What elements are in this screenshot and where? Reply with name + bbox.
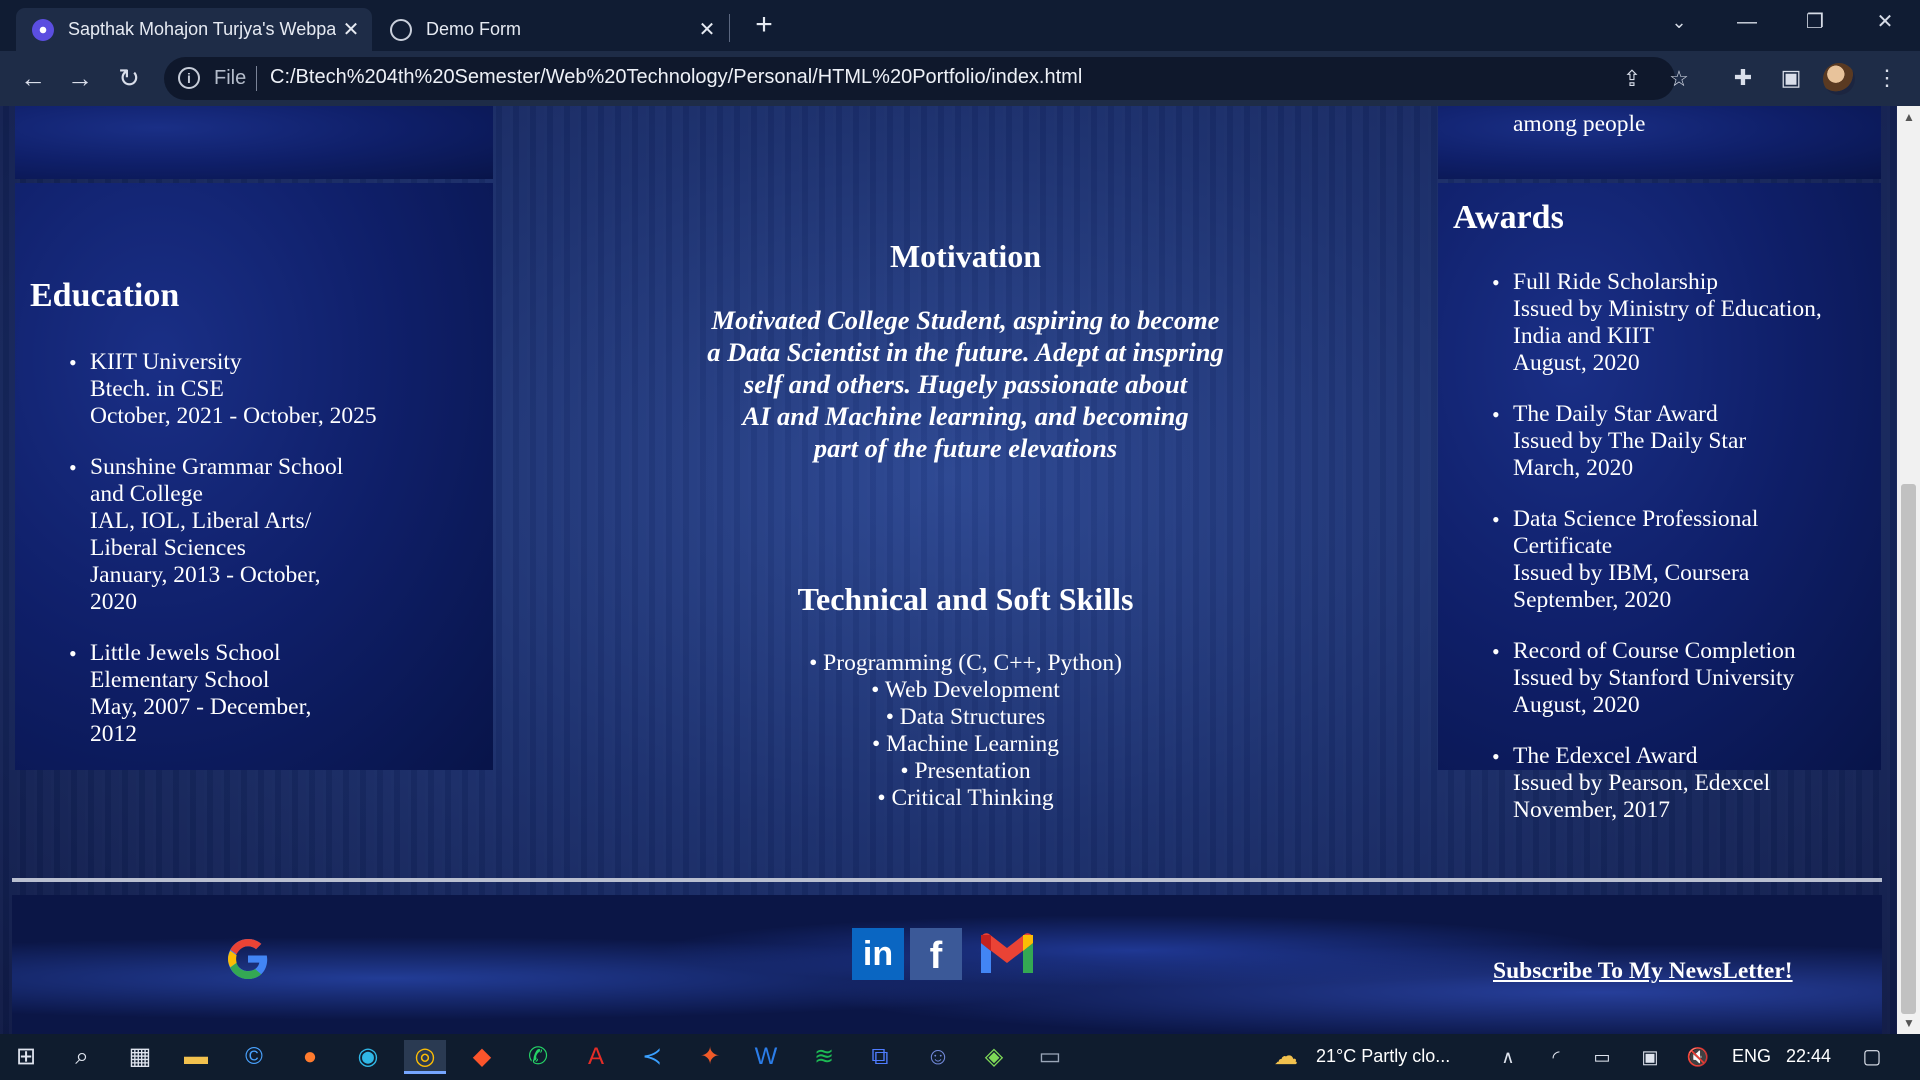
globe-icon: [390, 18, 412, 41]
browser-tab-strip: Sapthak Mohajon Turjya's Webpa ✕ Demo Fo…: [0, 0, 1920, 51]
new-tab-button[interactable]: +: [747, 8, 781, 42]
display-icon[interactable]: ▣: [1632, 1040, 1668, 1074]
site-info-icon[interactable]: i: [178, 67, 200, 89]
close-tab-icon[interactable]: ✕: [336, 17, 366, 42]
chrome-icon[interactable]: ◎: [404, 1040, 446, 1074]
app-icon[interactable]: ✦: [692, 1040, 728, 1074]
skill-item: • Critical Thinking: [877, 785, 1054, 811]
skill-item: • Machine Learning: [871, 731, 1059, 757]
app-icon-3[interactable]: ▭: [1032, 1040, 1068, 1074]
tab-divider: [729, 14, 730, 42]
page-scrollbar[interactable]: ▲ ▼: [1897, 106, 1920, 1034]
minimize-button[interactable]: —: [1718, 0, 1776, 44]
skill-item: • Programming (C, C++, Python): [809, 650, 1122, 676]
weather-text[interactable]: 21°C Partly clo...: [1316, 1046, 1450, 1067]
award-item: Record of Course Completion Issued by St…: [1453, 638, 1883, 719]
wifi-icon[interactable]: ◜: [1538, 1040, 1574, 1074]
kebab-menu-icon[interactable]: ⋮: [1870, 61, 1904, 95]
profile-avatar[interactable]: [1823, 63, 1855, 95]
previous-section-fragment: among people: [1513, 111, 1646, 137]
motivation-text: Motivated College Student, aspiring to b…: [707, 305, 1224, 463]
skill-item: • Data Structures: [885, 704, 1046, 730]
brave-icon[interactable]: ◆: [464, 1040, 500, 1074]
spotify-icon[interactable]: ≋: [806, 1040, 842, 1074]
close-tab-icon[interactable]: ✕: [692, 17, 722, 42]
cortana-icon[interactable]: ©: [236, 1040, 272, 1074]
education-item: KIIT University Btech. in CSE October, 2…: [30, 349, 450, 430]
tab-demo-form[interactable]: Demo Form ✕: [374, 8, 728, 51]
vscode-icon[interactable]: ≺: [634, 1040, 670, 1074]
award-item: The Edexcel Award Issued by Pearson, Ede…: [1453, 743, 1883, 824]
browser-toolbar: ← → ↻ i File C:/Btech%204th%20Semester/W…: [0, 51, 1920, 106]
newsletter-link[interactable]: Subscribe To My NewsLetter!: [1493, 958, 1793, 985]
education-item: Little Jewels School Elementary School M…: [30, 640, 450, 748]
close-window-button[interactable]: ✕: [1856, 0, 1914, 44]
scrollbar-thumb[interactable]: [1901, 484, 1916, 1014]
scroll-down-icon[interactable]: ▼: [1903, 1016, 1915, 1030]
skills-list: • Programming (C, C++, Python) • Web Dev…: [493, 650, 1438, 812]
language-indicator[interactable]: ENG: [1732, 1046, 1771, 1067]
education-list: KIIT University Btech. in CSE October, 2…: [30, 349, 450, 772]
google-logo-icon[interactable]: [224, 935, 272, 983]
windows-start-icon[interactable]: ⊞: [8, 1040, 44, 1074]
awards-list: Full Ride Scholarship Issued by Ministry…: [1453, 269, 1883, 848]
star-icon[interactable]: ☆: [1663, 63, 1695, 95]
puzzle-icon[interactable]: ✚: [1726, 61, 1760, 95]
gmail-icon[interactable]: [977, 931, 1037, 977]
address-bar[interactable]: i File C:/Btech%204th%20Semester/Web%20T…: [164, 57, 1689, 100]
edge-icon[interactable]: ◉: [350, 1040, 386, 1074]
site-favicon-icon: [32, 18, 54, 41]
facebook-icon[interactable]: f: [910, 928, 962, 980]
skills-heading: Technical and Soft Skills: [797, 581, 1134, 617]
awards-heading: Awards: [1453, 199, 1564, 236]
restore-button[interactable]: ❐: [1786, 0, 1844, 44]
windows-taskbar: ⊞ ⌕ ▦ ▬ © ● ◉ ◎ ◆ ✆ A ≺ ✦ W ≋ ⧉ ☺ ◈ ▭ ☁ …: [0, 1034, 1920, 1080]
firefox-icon[interactable]: ●: [292, 1040, 328, 1074]
scheme-label: File: [214, 67, 247, 89]
notification-icon[interactable]: ▢: [1854, 1040, 1890, 1074]
acrobat-icon[interactable]: A: [578, 1040, 614, 1074]
weather-icon[interactable]: ☁: [1268, 1040, 1304, 1074]
share-icon[interactable]: ⇪: [1616, 63, 1648, 95]
education-item: Sunshine Grammar School and College IAL,…: [30, 454, 450, 616]
right-top-panel: [1438, 106, 1881, 179]
reload-icon[interactable]: ↻: [112, 61, 146, 95]
store-icon[interactable]: ▦: [122, 1040, 158, 1074]
left-top-panel: [15, 106, 493, 179]
discord-icon[interactable]: ☺: [920, 1040, 956, 1074]
award-item: The Daily Star Award Issued by The Daily…: [1453, 401, 1883, 482]
skill-item: • Presentation: [900, 758, 1031, 784]
footer-divider: [12, 878, 1882, 882]
file-explorer-icon[interactable]: ▬: [178, 1040, 214, 1074]
clock[interactable]: 22:44: [1786, 1046, 1831, 1067]
education-heading: Education: [30, 277, 180, 314]
page-viewport: among people Education KIIT University B…: [0, 106, 1897, 1034]
address-divider: [256, 66, 257, 91]
tab-title: Demo Form: [426, 19, 522, 39]
award-item: Full Ride Scholarship Issued by Ministry…: [1453, 269, 1883, 377]
chevron-up-icon[interactable]: ∧: [1490, 1040, 1526, 1074]
url-text[interactable]: C:/Btech%204th%20Semester/Web%20Technolo…: [270, 66, 1082, 89]
scroll-up-icon[interactable]: ▲: [1903, 110, 1915, 124]
battery-icon[interactable]: ▭: [1584, 1040, 1620, 1074]
side-panel-icon[interactable]: ▣: [1774, 61, 1808, 95]
search-icon[interactable]: ⌕: [64, 1040, 100, 1074]
motivation-heading: Motivation: [889, 238, 1042, 274]
meet-icon[interactable]: ⧉: [862, 1040, 898, 1074]
whatsapp-icon[interactable]: ✆: [520, 1040, 556, 1074]
linkedin-icon[interactable]: in: [852, 928, 904, 980]
skill-item: • Web Development: [871, 677, 1060, 703]
back-arrow-icon[interactable]: ←: [16, 61, 50, 95]
tab-portfolio[interactable]: Sapthak Mohajon Turjya's Webpa ✕: [16, 8, 372, 51]
volume-muted-icon[interactable]: 🔇: [1680, 1040, 1716, 1074]
tab-search-icon[interactable]: ⌄: [1650, 0, 1708, 44]
app-icon-2[interactable]: ◈: [976, 1040, 1012, 1074]
award-item: Data Science Professional Certificate Is…: [1453, 506, 1883, 614]
wps-icon[interactable]: W: [748, 1040, 784, 1074]
forward-arrow-icon[interactable]: →: [63, 61, 97, 95]
tab-title: Sapthak Mohajon Turjya's Webpa: [68, 19, 336, 39]
